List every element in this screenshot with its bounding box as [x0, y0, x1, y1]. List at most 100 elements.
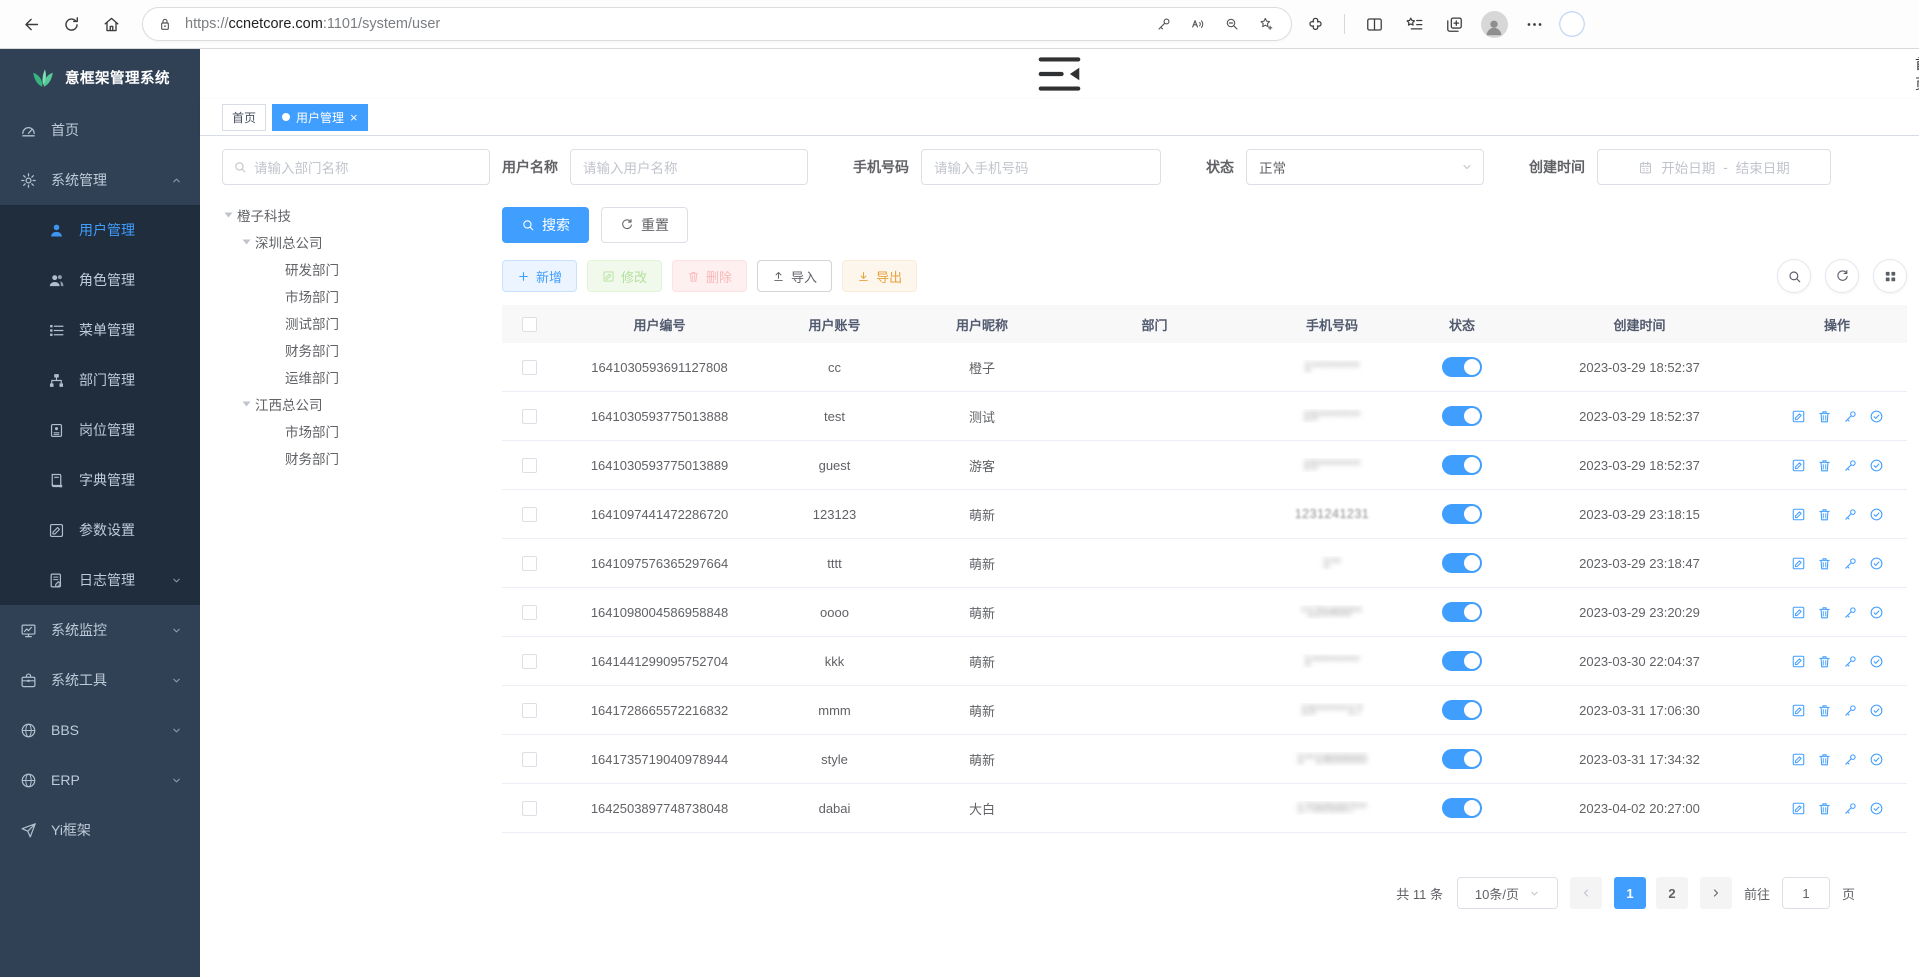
row-checkbox[interactable] — [522, 654, 537, 669]
prev-page-button[interactable] — [1570, 877, 1602, 909]
row-checkbox[interactable] — [522, 458, 537, 473]
status-toggle[interactable] — [1442, 798, 1482, 818]
tree-node[interactable]: 测试部门 — [222, 309, 490, 336]
edit-icon[interactable] — [1791, 507, 1806, 522]
sidebar-item[interactable]: Yi框架 — [0, 805, 200, 855]
assign-check-icon[interactable] — [1869, 458, 1884, 473]
delete-icon[interactable] — [1817, 458, 1832, 473]
favorites-icon[interactable] — [1397, 7, 1431, 41]
dept-search-input[interactable]: 请输入部门名称 — [222, 149, 490, 185]
search-button[interactable]: 搜索 — [502, 207, 589, 243]
tree-node[interactable]: 深圳总公司 — [222, 228, 490, 255]
phone-input[interactable]: 请输入手机号码 — [921, 149, 1161, 185]
tree-node[interactable]: 研发部门 — [222, 255, 490, 282]
assign-check-icon[interactable] — [1869, 801, 1884, 816]
edit-icon[interactable] — [1791, 605, 1806, 620]
sidebar-item[interactable]: BBS — [0, 705, 200, 755]
favorite-star-add-icon[interactable] — [1251, 9, 1281, 39]
tree-node[interactable]: 财务部门 — [222, 444, 490, 471]
more-dots-icon[interactable] — [1517, 7, 1551, 41]
page-number[interactable]: 1 — [1614, 877, 1646, 909]
tag-view[interactable]: 用户管理 × — [272, 104, 368, 131]
tag-view[interactable]: 首页 × — [222, 104, 266, 131]
url-text[interactable]: https://ccnetcore.com:1101/system/user — [185, 16, 1149, 32]
delete-button[interactable]: 删除 — [672, 260, 747, 292]
reset-password-key-icon[interactable] — [1843, 507, 1858, 522]
status-toggle[interactable] — [1442, 602, 1482, 622]
row-checkbox[interactable] — [522, 801, 537, 816]
page-size-select[interactable]: 10条/页 — [1457, 877, 1558, 909]
username-input[interactable]: 请输入用户名称 — [570, 149, 808, 185]
sidebar-item[interactable]: 岗位管理 — [0, 405, 200, 455]
row-checkbox[interactable] — [522, 507, 537, 522]
status-toggle[interactable] — [1442, 357, 1482, 377]
delete-icon[interactable] — [1817, 409, 1832, 424]
sidebar-item[interactable]: 角色管理 — [0, 255, 200, 305]
next-page-button[interactable] — [1700, 877, 1732, 909]
sidebar-item[interactable]: 系统工具 — [0, 655, 200, 705]
zoom-out-icon[interactable] — [1217, 9, 1247, 39]
assign-check-icon[interactable] — [1869, 556, 1884, 571]
back-icon[interactable] — [14, 7, 48, 41]
sidebar-item[interactable]: 日志管理 — [0, 555, 200, 605]
import-button[interactable]: 导入 — [757, 260, 832, 292]
tree-node[interactable]: 橙子科技 — [222, 201, 490, 228]
read-aloud-icon[interactable] — [1183, 9, 1213, 39]
row-checkbox[interactable] — [522, 360, 537, 375]
reset-password-key-icon[interactable] — [1843, 801, 1858, 816]
reload-icon[interactable] — [54, 7, 88, 41]
status-toggle[interactable] — [1442, 406, 1482, 426]
status-toggle[interactable] — [1442, 553, 1482, 573]
reset-password-key-icon[interactable] — [1843, 752, 1858, 767]
sidebar-item[interactable]: 字典管理 — [0, 455, 200, 505]
edit-icon[interactable] — [1791, 703, 1806, 718]
sidebar-item[interactable]: 菜单管理 — [0, 305, 200, 355]
delete-icon[interactable] — [1817, 654, 1832, 669]
search-circle-icon[interactable] — [1777, 259, 1811, 293]
breadcrumb-item[interactable]: 首页 / — [1915, 54, 1919, 94]
reset-password-key-icon[interactable] — [1843, 605, 1858, 620]
address-bar[interactable]: https://ccnetcore.com:1101/system/user — [142, 7, 1292, 41]
assign-check-icon[interactable] — [1869, 703, 1884, 718]
edit-icon[interactable] — [1791, 752, 1806, 767]
delete-icon[interactable] — [1817, 605, 1832, 620]
sidebar-item[interactable]: 系统管理 — [0, 155, 200, 205]
sidebar-item[interactable]: 部门管理 — [0, 355, 200, 405]
profile-avatar-icon[interactable] — [1477, 7, 1511, 41]
row-checkbox[interactable] — [522, 752, 537, 767]
delete-icon[interactable] — [1817, 507, 1832, 522]
sidebar-item[interactable]: 系统监控 — [0, 605, 200, 655]
close-icon[interactable]: × — [350, 111, 358, 124]
row-checkbox[interactable] — [522, 605, 537, 620]
reset-password-key-icon[interactable] — [1843, 458, 1858, 473]
reset-password-key-icon[interactable] — [1843, 409, 1858, 424]
add-button[interactable]: 新增 — [502, 260, 577, 292]
tree-node[interactable]: 运维部门 — [222, 363, 490, 390]
row-checkbox[interactable] — [522, 409, 537, 424]
copilot-icon[interactable] — [1557, 9, 1587, 39]
reset-password-key-icon[interactable] — [1843, 654, 1858, 669]
sidebar-item[interactable]: 首页 — [0, 105, 200, 155]
reset-password-key-icon[interactable] — [1843, 556, 1858, 571]
assign-check-icon[interactable] — [1869, 654, 1884, 669]
goto-page-input[interactable]: 1 — [1782, 877, 1830, 909]
status-toggle[interactable] — [1442, 749, 1482, 769]
home-icon[interactable] — [94, 7, 128, 41]
assign-check-icon[interactable] — [1869, 605, 1884, 620]
tree-node[interactable]: 市场部门 — [222, 282, 490, 309]
status-select[interactable]: 正常 — [1246, 149, 1484, 185]
columns-grid-icon[interactable] — [1873, 259, 1907, 293]
assign-check-icon[interactable] — [1869, 507, 1884, 522]
delete-icon[interactable] — [1817, 801, 1832, 816]
refresh-circle-icon[interactable] — [1825, 259, 1859, 293]
collections-icon[interactable] — [1437, 7, 1471, 41]
reset-password-key-icon[interactable] — [1843, 703, 1858, 718]
delete-icon[interactable] — [1817, 752, 1832, 767]
status-toggle[interactable] — [1442, 651, 1482, 671]
export-button[interactable]: 导出 — [842, 260, 917, 292]
status-toggle[interactable] — [1442, 504, 1482, 524]
browser-essentials-icon[interactable] — [1298, 7, 1332, 41]
password-key-icon[interactable] — [1149, 9, 1179, 39]
app-logo[interactable]: 意框架管理系统 — [0, 49, 200, 105]
tree-node[interactable]: 财务部门 — [222, 336, 490, 363]
